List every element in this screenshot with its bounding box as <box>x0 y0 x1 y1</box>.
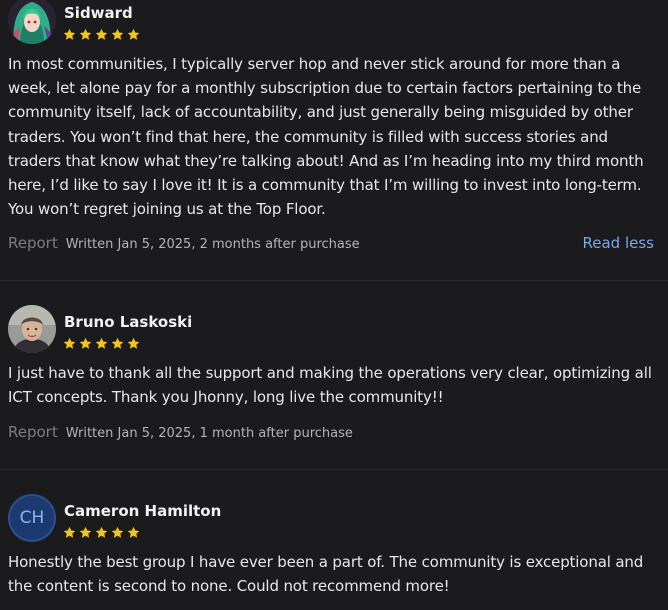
review-meta: Report Written Jan 5, 2025, 2 months aft… <box>8 234 360 252</box>
reviewer-name: Sidward <box>64 4 133 22</box>
review-card: Bruno Laskoski I just have to thank all … <box>0 305 668 469</box>
user-photo-avatar-icon <box>8 305 56 353</box>
star-icon <box>111 28 124 40</box>
written-date: Written Jan 5, 2025, 2 months after purc… <box>65 237 360 252</box>
divider <box>0 280 668 281</box>
star-rating <box>63 337 140 350</box>
star-icon <box>63 337 76 349</box>
anime-character-avatar-icon <box>8 0 56 44</box>
reviewer-name: Bruno Laskoski <box>64 313 193 331</box>
report-link[interactable]: Report <box>8 234 58 252</box>
star-icon <box>95 28 108 40</box>
star-icon <box>63 28 76 40</box>
star-icon <box>127 526 140 538</box>
review-text: In most communities, I typically server … <box>8 55 644 219</box>
star-rating <box>63 526 140 539</box>
star-icon <box>95 526 108 538</box>
reviews-list: Sidward In most communities, I typically… <box>0 0 668 610</box>
star-icon <box>79 337 92 349</box>
star-icon <box>79 526 92 538</box>
written-date: Written Jan 5, 2025, 1 month after purch… <box>65 426 353 441</box>
avatar[interactable] <box>8 0 56 44</box>
avatar[interactable] <box>8 305 56 353</box>
review-card: CH Cameron Hamilton Honestly the best gr… <box>0 494 668 610</box>
report-link[interactable]: Report <box>8 423 58 441</box>
star-icon <box>127 28 140 40</box>
divider <box>0 469 668 470</box>
star-icon <box>127 337 140 349</box>
star-icon <box>79 28 92 40</box>
star-rating <box>63 28 140 41</box>
star-icon <box>111 337 124 349</box>
review-card: Sidward In most communities, I typically… <box>0 0 668 280</box>
review-text: Honestly the best group I have ever been… <box>8 553 644 596</box>
review-meta: Report Written Jan 5, 2025, 1 month afte… <box>8 423 353 441</box>
read-less-link[interactable]: Read less <box>583 234 654 252</box>
reviewer-name: Cameron Hamilton <box>64 502 222 520</box>
star-icon <box>95 337 108 349</box>
review-text: I just have to thank all the support and… <box>8 364 652 407</box>
avatar[interactable]: CH <box>8 494 56 542</box>
star-icon <box>111 526 124 538</box>
star-icon <box>63 526 76 538</box>
